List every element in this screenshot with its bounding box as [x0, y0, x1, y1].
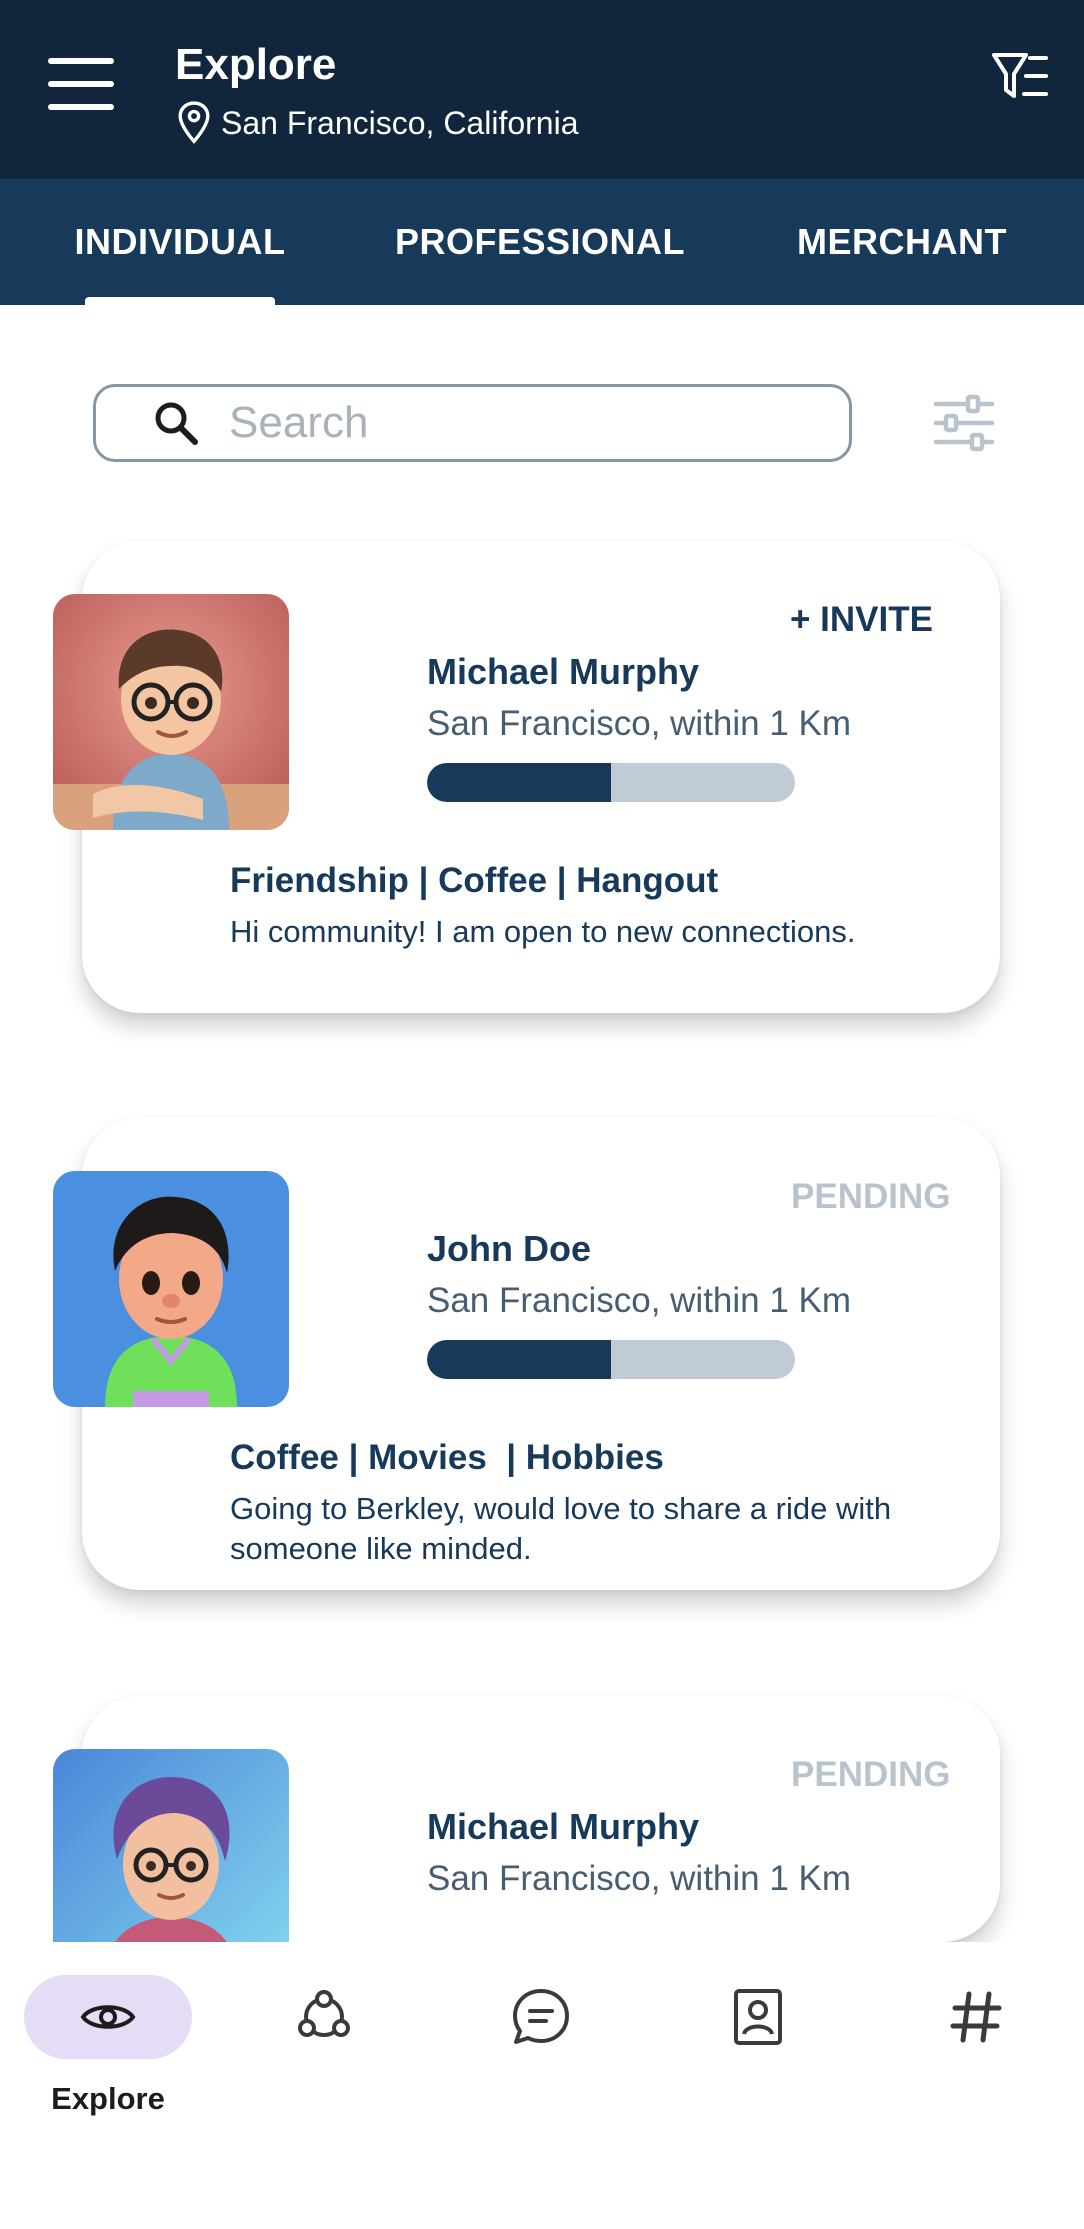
profile-name: Michael Murphy: [427, 1806, 700, 1847]
interest-tags: Friendship | Coffee | Hangout: [230, 861, 719, 900]
current-location[interactable]: San Francisco, California: [175, 100, 578, 146]
tab-professional[interactable]: PROFESSIONAL: [380, 179, 700, 305]
profile-name: John Doe: [427, 1228, 592, 1269]
app-header: Explore San Francisco, California: [0, 0, 1084, 179]
avatar[interactable]: [53, 1171, 289, 1407]
interest-tags: Coffee | Movies | Hobbies: [230, 1438, 664, 1477]
search-icon: [155, 402, 198, 445]
category-tabs: INDIVIDUAL PROFESSIONAL MERCHANT: [0, 179, 1084, 305]
search-input[interactable]: [229, 398, 789, 448]
avatar[interactable]: [53, 594, 289, 830]
page-title: Explore: [175, 40, 337, 89]
network-icon: [298, 1990, 350, 2037]
eye-icon: [80, 2005, 136, 2029]
match-progress-bar: [427, 1340, 795, 1379]
profile-distance: San Francisco, within 1 Km: [427, 1859, 852, 1898]
profile-bio: Going to Berkley, would love to share a …: [230, 1491, 892, 1566]
pending-status: PENDING: [791, 1755, 951, 1794]
match-progress-bar: [427, 763, 795, 802]
nav-contacts[interactable]: [716, 1975, 800, 2059]
search-bar[interactable]: [93, 384, 852, 462]
avatar[interactable]: [53, 1749, 289, 1942]
nav-explore-label: Explore: [51, 2081, 165, 2116]
match-progress-fill: [427, 763, 611, 802]
nav-network[interactable]: [282, 1975, 366, 2059]
hashtag-icon: [950, 1991, 1002, 2043]
profile-distance: San Francisco, within 1 Km: [427, 704, 852, 743]
map-pin-icon: [178, 101, 210, 144]
avatar-illustration: [53, 594, 289, 830]
nav-hashtags[interactable]: [934, 1975, 1018, 2059]
avatar-illustration: [53, 1171, 289, 1407]
nav-chat[interactable]: [499, 1975, 583, 2059]
tab-individual[interactable]: INDIVIDUAL: [40, 179, 320, 305]
contact-card-icon: [734, 1989, 782, 2045]
match-progress-fill: [427, 1340, 611, 1379]
profile-bio: Hi community! I am open to new connectio…: [230, 914, 856, 949]
hamburger-menu-icon[interactable]: [48, 58, 114, 110]
active-tab-indicator: [85, 297, 275, 305]
profile-name: Michael Murphy: [427, 651, 700, 692]
sliders-icon[interactable]: [932, 392, 996, 454]
filter-list-icon[interactable]: [990, 50, 1050, 104]
tab-merchant[interactable]: MERCHANT: [770, 179, 1034, 305]
location-text: San Francisco, California: [221, 104, 579, 141]
nav-explore[interactable]: Explore: [24, 1975, 192, 2117]
profile-distance: San Francisco, within 1 Km: [427, 1281, 852, 1320]
invite-button[interactable]: + INVITE: [790, 600, 933, 640]
chat-icon: [513, 1989, 569, 2044]
avatar-illustration: [53, 1749, 289, 1942]
pending-status: PENDING: [791, 1177, 951, 1216]
nav-active-indicator: [24, 1975, 192, 2059]
